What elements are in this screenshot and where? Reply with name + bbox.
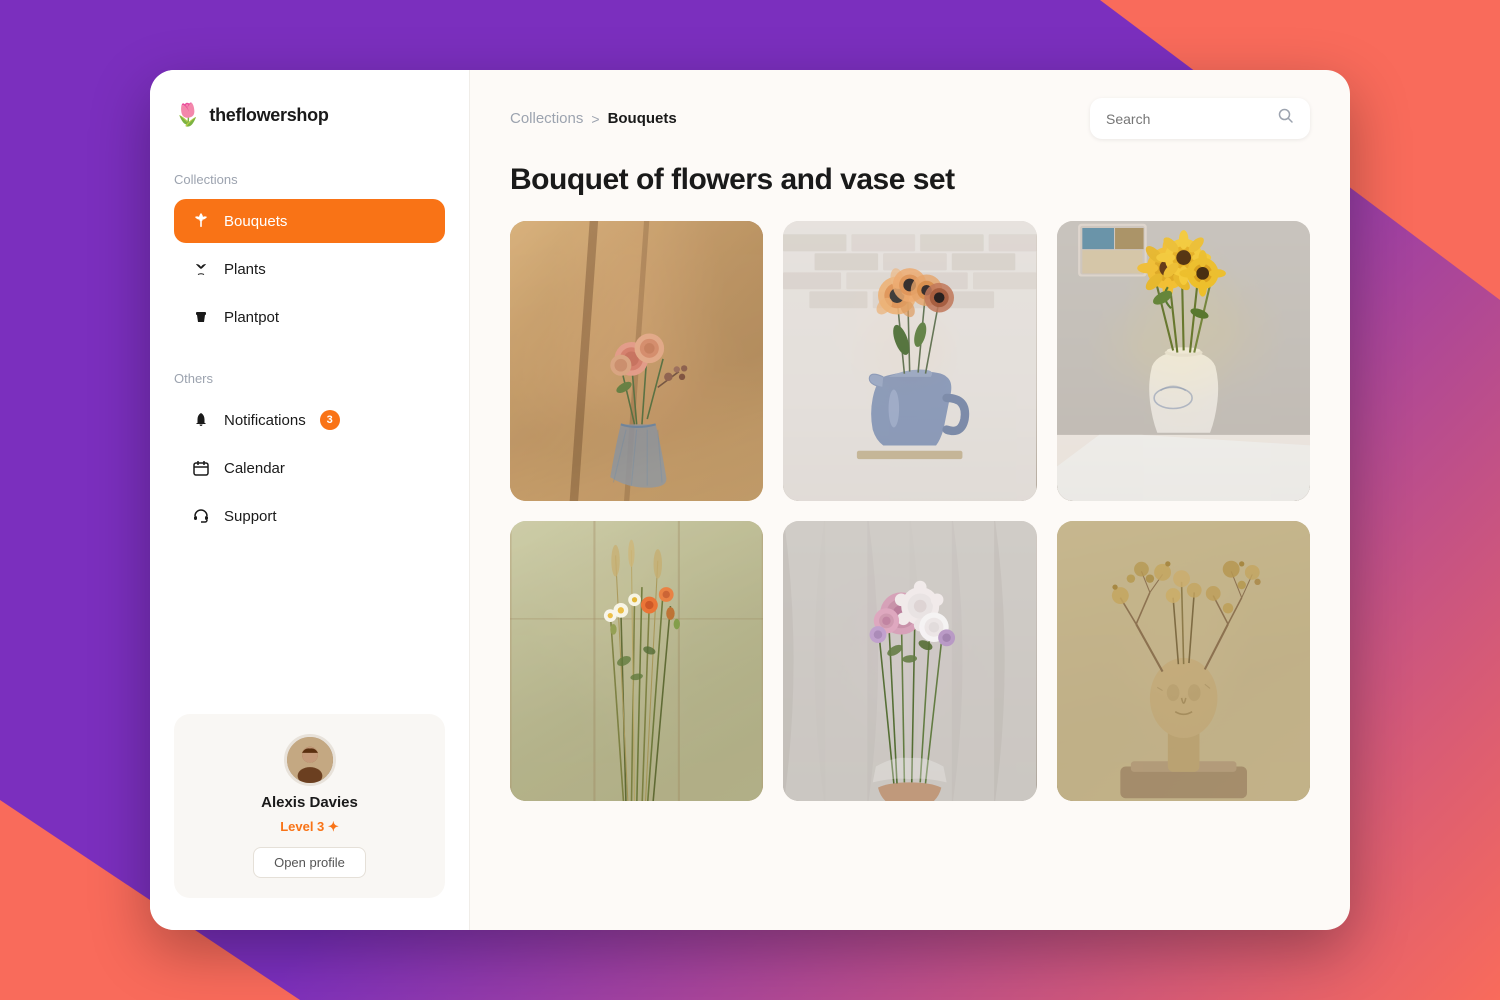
sidebar-item-plantpot-label: Plantpot	[224, 309, 279, 326]
gallery-item-5[interactable]	[783, 521, 1036, 801]
others-section-label: Others	[174, 371, 445, 386]
breadcrumb-collections[interactable]: Collections	[510, 110, 583, 127]
logo-area: 🌷 theflowershop	[174, 102, 445, 128]
sidebar-item-calendar[interactable]: Calendar	[174, 446, 445, 490]
sidebar-item-plantpot[interactable]: Plantpot	[174, 295, 445, 339]
profile-card: Alexis Davies Level 3 ✦ Open profile	[174, 714, 445, 898]
sidebar: 🌷 theflowershop Collections	[150, 70, 470, 930]
avatar	[284, 734, 336, 786]
pot-icon	[190, 306, 212, 328]
top-bar: Collections > Bouquets	[470, 70, 1350, 155]
breadcrumb-separator: >	[591, 111, 599, 127]
page-title: Bouquet of flowers and vase set	[470, 155, 1350, 221]
bell-icon	[190, 409, 212, 431]
gallery-item-4[interactable]	[510, 521, 763, 801]
logo-icon: 🌷	[174, 102, 201, 128]
gallery	[470, 221, 1350, 930]
collections-nav: Bouquets Plants	[174, 199, 445, 339]
sidebar-item-plants[interactable]: Plants	[174, 247, 445, 291]
flower-icon	[190, 210, 212, 232]
search-input[interactable]	[1106, 111, 1270, 127]
headset-icon	[190, 505, 212, 527]
others-nav: Notifications 3 Calendar	[174, 398, 445, 538]
gallery-grid	[510, 221, 1310, 801]
gallery-item-1[interactable]	[510, 221, 763, 501]
collections-section: Collections Bouquets	[174, 168, 445, 343]
collections-section-label: Collections	[174, 172, 445, 187]
gallery-item-3[interactable]	[1057, 221, 1310, 501]
app-window: 🌷 theflowershop Collections	[150, 70, 1350, 930]
sidebar-item-notifications[interactable]: Notifications 3	[174, 398, 445, 442]
plant-icon	[190, 258, 212, 280]
sidebar-item-plants-label: Plants	[224, 261, 266, 278]
profile-name: Alexis Davies	[261, 794, 358, 811]
breadcrumb: Collections > Bouquets	[510, 110, 677, 127]
search-icon	[1278, 108, 1294, 129]
sidebar-item-bouquets[interactable]: Bouquets	[174, 199, 445, 243]
sidebar-item-notifications-label: Notifications	[224, 412, 306, 429]
profile-level: Level 3 ✦	[280, 819, 339, 835]
sidebar-item-bouquets-label: Bouquets	[224, 213, 287, 230]
calendar-icon	[190, 457, 212, 479]
logo-text: theflowershop	[209, 105, 328, 126]
main-content: Collections > Bouquets Bouquet of flower…	[470, 70, 1350, 930]
sidebar-item-calendar-label: Calendar	[224, 460, 285, 477]
gallery-item-6[interactable]	[1057, 521, 1310, 801]
others-section: Others Notifications 3	[174, 367, 445, 542]
search-box	[1090, 98, 1310, 139]
breadcrumb-current: Bouquets	[608, 110, 677, 127]
sidebar-item-support-label: Support	[224, 508, 277, 525]
open-profile-button[interactable]: Open profile	[253, 847, 366, 878]
gallery-item-2[interactable]	[783, 221, 1036, 501]
notifications-badge: 3	[320, 410, 340, 430]
sidebar-item-support[interactable]: Support	[174, 494, 445, 538]
